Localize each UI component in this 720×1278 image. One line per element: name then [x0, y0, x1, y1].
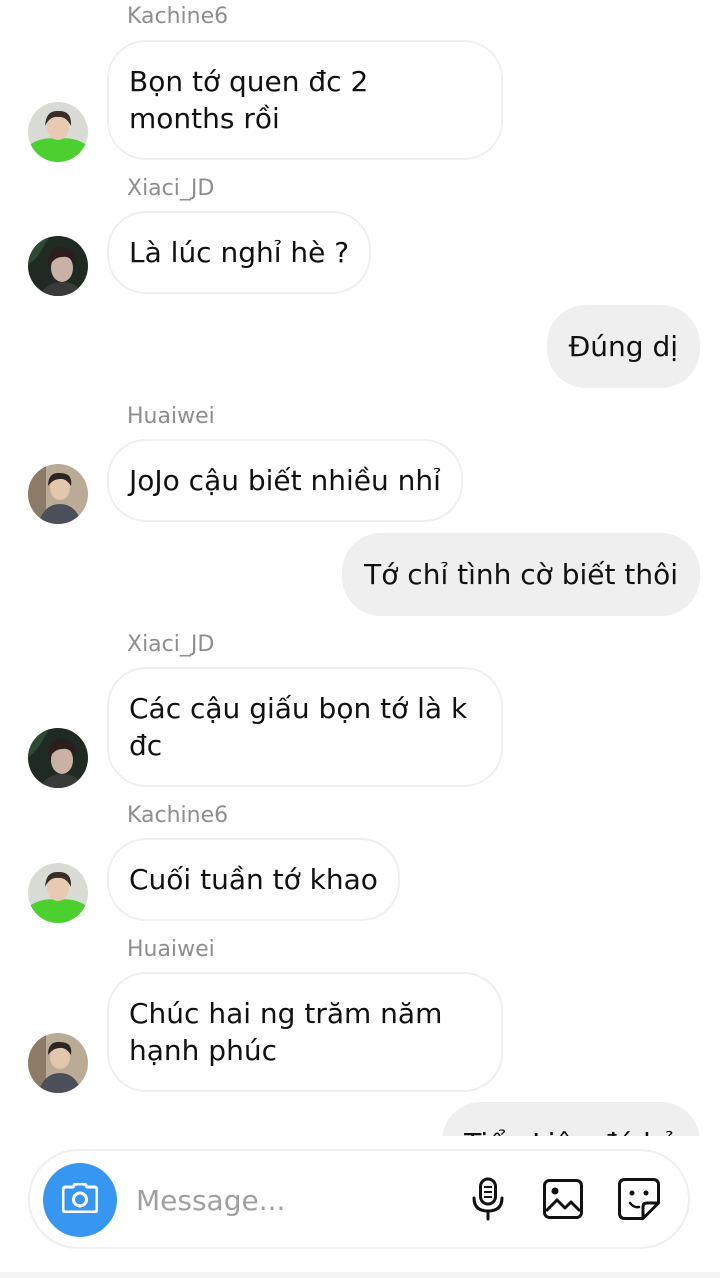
camera-button[interactable] [43, 1163, 117, 1237]
sender-name: Xiaci_JD [127, 176, 215, 201]
avatar-huaiwei[interactable] [28, 464, 88, 524]
image-icon [542, 1178, 584, 1224]
microphone-icon [471, 1177, 505, 1225]
sender-name: Huaiwei [127, 404, 215, 429]
chat-screen: Kachine6 Bọn tớ quen đc 2 months rồi Xia… [0, 0, 720, 1278]
camera-icon [61, 1182, 99, 1217]
sticker-button[interactable] [617, 1177, 661, 1225]
outgoing-message-bubble[interactable]: Tiểu Liên đó hả [442, 1102, 700, 1136]
outgoing-message-bubble[interactable]: Tớ chỉ tình cờ biết thôi [342, 533, 700, 616]
sender-name: Kachine6 [127, 4, 229, 29]
message-composer [28, 1149, 690, 1249]
incoming-message-bubble[interactable]: Các cậu giấu bọn tớ là k đc [107, 667, 503, 787]
incoming-message-bubble[interactable]: Cuối tuần tớ khao [107, 838, 400, 921]
incoming-message-bubble[interactable]: Bọn tớ quen đc 2 months rồi [107, 40, 503, 160]
message-input[interactable] [136, 1177, 436, 1223]
avatar-kachine6[interactable] [28, 102, 88, 162]
incoming-message-bubble[interactable]: Chúc hai ng trăm năm hạnh phúc [107, 972, 503, 1092]
sender-name: Kachine6 [127, 803, 229, 828]
sticker-icon [617, 1177, 661, 1225]
avatar-xiaci-jd[interactable] [28, 728, 88, 788]
outgoing-message-bubble[interactable]: Đúng dị [546, 305, 700, 388]
avatar-xiaci-jd[interactable] [28, 236, 88, 296]
avatar-huaiwei[interactable] [28, 1033, 88, 1093]
sender-name: Huaiwei [127, 937, 215, 962]
gallery-button[interactable] [541, 1179, 585, 1223]
avatar-kachine6[interactable] [28, 863, 88, 923]
incoming-message-bubble[interactable]: Là lúc nghỉ hè ? [107, 211, 372, 294]
bottom-divider [0, 1272, 720, 1278]
sender-name: Xiaci_JD [127, 632, 215, 657]
microphone-button[interactable] [466, 1177, 510, 1225]
message-thread[interactable]: Kachine6 Bọn tớ quen đc 2 months rồi Xia… [0, 0, 720, 1136]
incoming-message-bubble[interactable]: JoJo cậu biết nhiều nhỉ [107, 439, 463, 522]
